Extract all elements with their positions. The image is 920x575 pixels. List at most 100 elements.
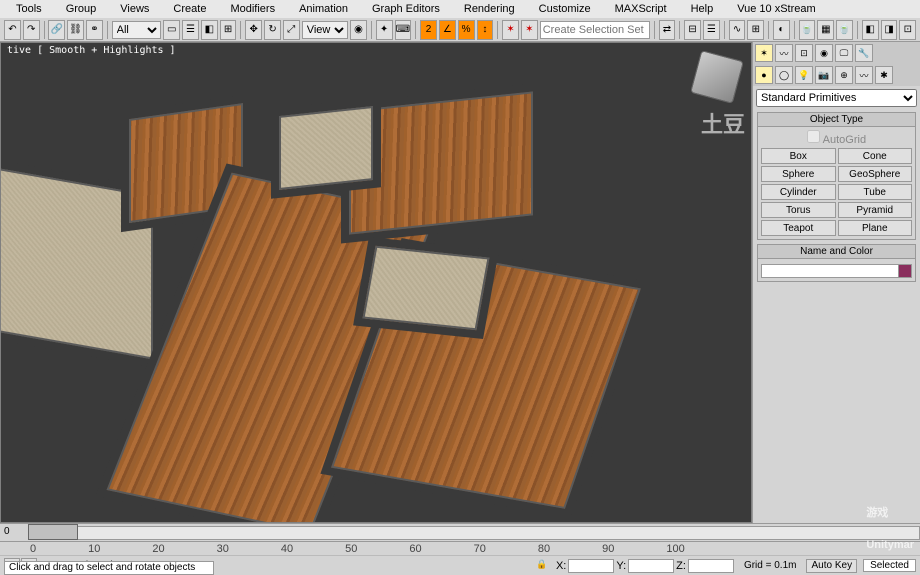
menu-vue[interactable]: Vue 10 xStream xyxy=(725,3,827,15)
display-tab[interactable]: 🖵 xyxy=(835,44,853,62)
menu-customize[interactable]: Customize xyxy=(527,3,603,15)
menu-help[interactable]: Help xyxy=(679,3,726,15)
menu-modifiers[interactable]: Modifiers xyxy=(218,3,287,15)
create-subtabs: ● ◯ 💡 📷 ⊕ 〰 ✱ xyxy=(753,64,920,86)
menu-maxscript[interactable]: MAXScript xyxy=(603,3,679,15)
align-button[interactable]: ⊟ xyxy=(684,20,701,40)
shapes-tab[interactable]: ◯ xyxy=(775,66,793,84)
use-pivot-button[interactable]: ◉ xyxy=(350,20,367,40)
geosphere-button[interactable]: GeoSphere xyxy=(838,166,913,182)
separator xyxy=(107,21,108,39)
perspective-viewport[interactable]: tive [ Smooth + Highlights ] 土豆 xyxy=(0,42,752,523)
object-type-header[interactable]: Object Type xyxy=(758,113,915,127)
separator xyxy=(44,21,45,39)
extra-3-button[interactable]: ⊡ xyxy=(899,20,916,40)
render-button[interactable]: 🍵 xyxy=(836,20,853,40)
link-button[interactable]: 🔗 xyxy=(48,20,65,40)
systems-tab[interactable]: ✱ xyxy=(875,66,893,84)
sphere-button[interactable]: Sphere xyxy=(761,166,836,182)
menu-views[interactable]: Views xyxy=(108,3,161,15)
render-setup-button[interactable]: 🍵 xyxy=(799,20,816,40)
viewport-label: tive [ Smooth + Highlights ] xyxy=(7,45,176,56)
scale-button[interactable]: ⤢ xyxy=(283,20,300,40)
mirror-button[interactable]: ⇄ xyxy=(659,20,676,40)
menu-bar[interactable]: Tools Group Views Create Modifiers Anima… xyxy=(0,0,920,18)
redo-button[interactable]: ↷ xyxy=(23,20,40,40)
menu-create[interactable]: Create xyxy=(161,3,218,15)
x-input[interactable] xyxy=(568,559,614,573)
unlink-button[interactable]: ⛓ xyxy=(67,20,84,40)
object-name-input[interactable] xyxy=(762,265,898,277)
snap-angle-button[interactable]: ∠ xyxy=(439,20,456,40)
selection-set-input[interactable] xyxy=(540,21,650,39)
undo-button[interactable]: ↶ xyxy=(4,20,21,40)
curve-editor-button[interactable]: ∿ xyxy=(729,20,746,40)
bind-button[interactable]: ⚭ xyxy=(86,20,103,40)
separator xyxy=(679,21,680,39)
reference-coord-dropdown[interactable]: View xyxy=(302,21,348,39)
z-input[interactable] xyxy=(688,559,734,573)
key-mode-dropdown[interactable]: Selected xyxy=(863,559,916,572)
create-tab[interactable]: ✶ xyxy=(755,44,773,62)
cone-button[interactable]: Cone xyxy=(838,148,913,164)
material-editor-button[interactable]: ◐ xyxy=(773,20,790,40)
motion-tab[interactable]: ◉ xyxy=(815,44,833,62)
frame-number: 0 xyxy=(4,526,10,537)
spinner-snap-button[interactable]: ↕ xyxy=(477,20,494,40)
time-slider-knob[interactable] xyxy=(28,524,78,540)
layers-button[interactable]: ☰ xyxy=(703,20,720,40)
main-toolbar: ↶ ↷ 🔗 ⛓ ⚭ All ▭ ☰ ◧ ⊞ ✥ ↻ ⤢ View ◉ ✦ ⌨ 2… xyxy=(0,18,920,42)
autokey-button[interactable]: Auto Key xyxy=(806,559,857,573)
box-button[interactable]: Box xyxy=(761,148,836,164)
modify-tab[interactable]: 〰 xyxy=(775,44,793,62)
snap-percent-button[interactable]: % xyxy=(458,20,475,40)
y-input[interactable] xyxy=(628,559,674,573)
autogrid-checkbox[interactable] xyxy=(807,130,820,143)
tube-button[interactable]: Tube xyxy=(838,184,913,200)
select-region-button[interactable]: ◧ xyxy=(201,20,218,40)
schematic-button[interactable]: ⊞ xyxy=(747,20,764,40)
object-type-rollout: Object Type AutoGrid Box Cone Sphere Geo… xyxy=(757,112,916,240)
separator xyxy=(857,21,858,39)
lock-icon[interactable]: 🔒 xyxy=(536,559,550,573)
hierarchy-tab[interactable]: ⊡ xyxy=(795,44,813,62)
geometry-tab[interactable]: ● xyxy=(755,66,773,84)
move-button[interactable]: ✥ xyxy=(245,20,262,40)
command-panel: ✶ 〰 ⊡ ◉ 🖵 🔧 ● ◯ 💡 📷 ⊕ 〰 ✱ Standard Primi… xyxy=(752,42,920,523)
selection-filter-dropdown[interactable]: All xyxy=(112,21,162,39)
time-slider[interactable]: 0 xyxy=(0,524,920,541)
window-crossing-button[interactable]: ⊞ xyxy=(220,20,237,40)
teapot-button[interactable]: Teapot xyxy=(761,220,836,236)
menu-group[interactable]: Group xyxy=(54,3,109,15)
menu-rendering[interactable]: Rendering xyxy=(452,3,527,15)
rotate-button[interactable]: ↻ xyxy=(264,20,281,40)
helpers-tab[interactable]: ⊕ xyxy=(835,66,853,84)
plane-button[interactable]: Plane xyxy=(838,220,913,236)
extra-2-button[interactable]: ◨ xyxy=(881,20,898,40)
edit-named-selection-icon[interactable]: ✶ xyxy=(521,20,538,40)
menu-animation[interactable]: Animation xyxy=(287,3,360,15)
object-color-swatch[interactable] xyxy=(898,265,911,277)
render-frame-button[interactable]: ▦ xyxy=(817,20,834,40)
extra-1-button[interactable]: ◧ xyxy=(862,20,879,40)
menu-graph-editors[interactable]: Graph Editors xyxy=(360,3,452,15)
lights-tab[interactable]: 💡 xyxy=(795,66,813,84)
snap-2d-button[interactable]: 2 xyxy=(420,20,437,40)
select-name-button[interactable]: ☰ xyxy=(182,20,199,40)
select-button[interactable]: ▭ xyxy=(163,20,180,40)
select-manipulate-button[interactable]: ✦ xyxy=(376,20,393,40)
time-ruler[interactable]: 0 10 20 30 40 50 60 70 80 90 100 xyxy=(0,542,920,556)
utilities-tab[interactable]: 🔧 xyxy=(855,44,873,62)
cameras-tab[interactable]: 📷 xyxy=(815,66,833,84)
name-color-rollout: Name and Color xyxy=(757,244,916,282)
named-selection-icon[interactable]: ✶ xyxy=(502,20,519,40)
spacewarps-tab[interactable]: 〰 xyxy=(855,66,873,84)
pyramid-button[interactable]: Pyramid xyxy=(838,202,913,218)
menu-tools[interactable]: Tools xyxy=(4,3,54,15)
separator xyxy=(497,21,498,39)
torus-button[interactable]: Torus xyxy=(761,202,836,218)
cylinder-button[interactable]: Cylinder xyxy=(761,184,836,200)
keyboard-shortcut-button[interactable]: ⌨ xyxy=(395,20,412,40)
geometry-category-dropdown[interactable]: Standard Primitives xyxy=(756,89,917,107)
name-color-header[interactable]: Name and Color xyxy=(758,245,915,259)
